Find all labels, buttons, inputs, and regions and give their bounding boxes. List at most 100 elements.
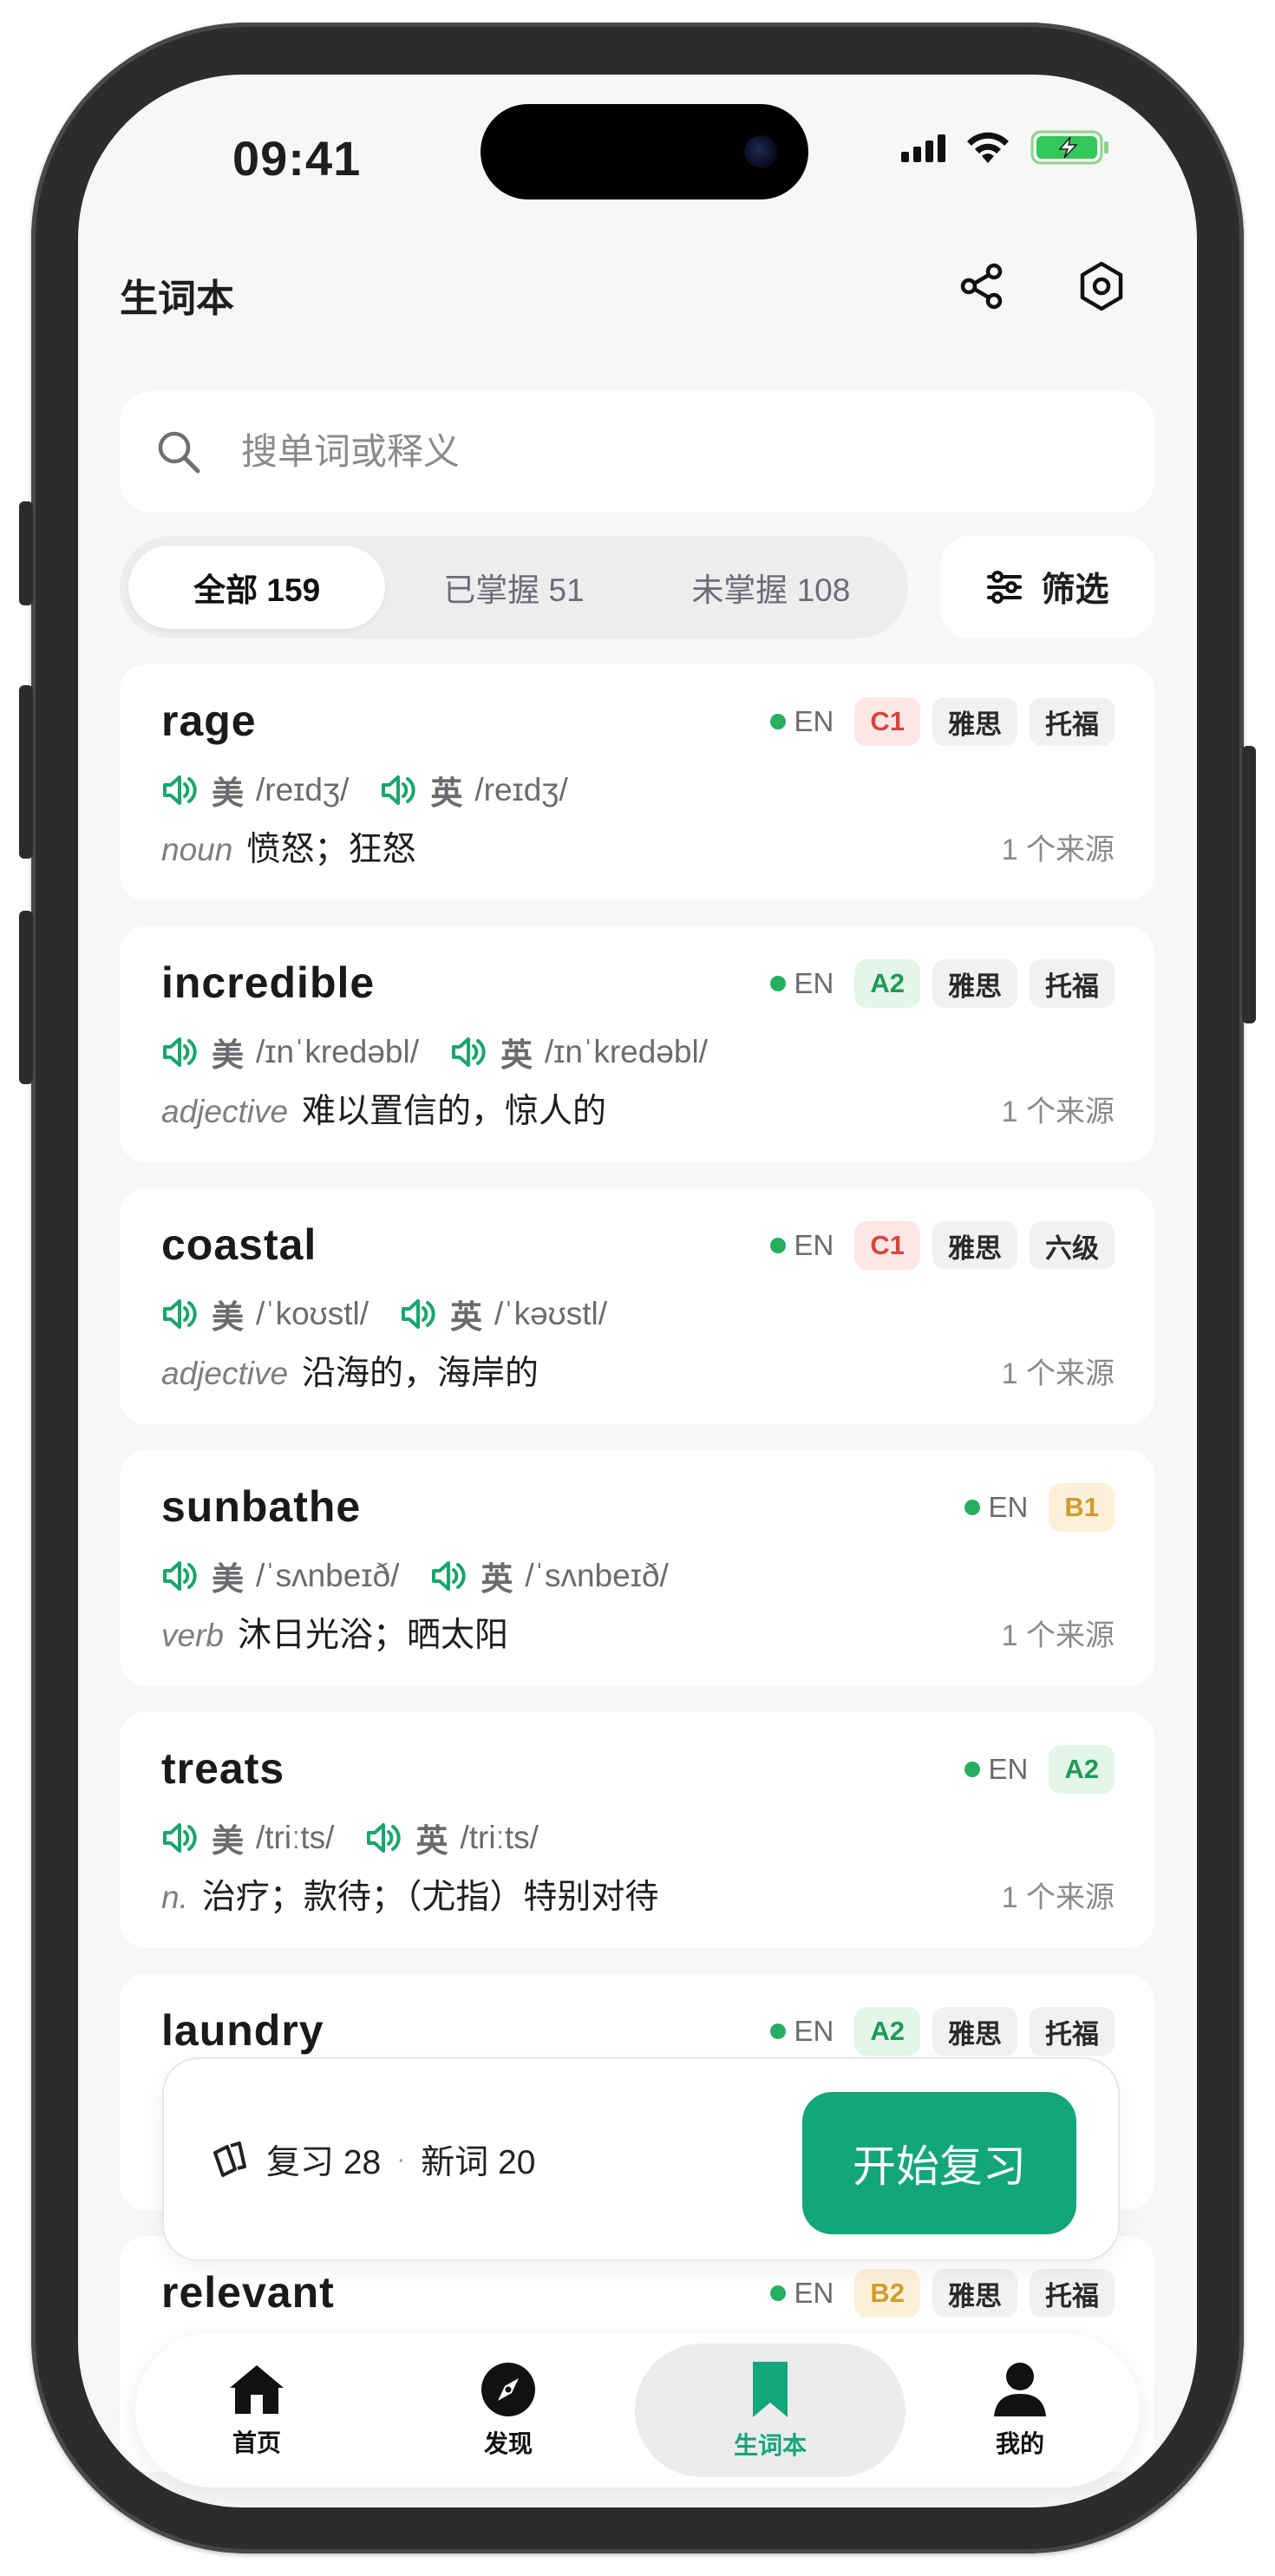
speaker-icon — [163, 1299, 197, 1329]
word-card[interactable]: treats EN A2 美/triːts/ 英/triːts/ n. 治疗；款待… — [120, 1712, 1154, 1948]
tab-profile-label: 我的 — [995, 2430, 1044, 2457]
part-of-speech: adjective — [161, 1356, 289, 1391]
us-pronunciation[interactable]: 美/triːts/ — [161, 1814, 334, 1861]
phone-action-button — [19, 501, 33, 605]
speaker-icon — [163, 1037, 197, 1067]
speaker-icon — [382, 775, 416, 805]
language-tag: EN — [964, 1491, 1029, 1524]
word-tags: EN A2 雅思 托福 — [769, 2007, 1115, 2056]
uk-pronunciation[interactable]: 英/triːts/ — [365, 1814, 539, 1861]
phone-power-button — [1242, 746, 1256, 1023]
us-phonetic: /ˈsʌnbeɪð/ — [256, 1558, 400, 1593]
tab-discover-label: 发现 — [483, 2430, 533, 2457]
uk-label: 英 — [430, 775, 463, 811]
bottom-tab-bar: 首页 发现 生词本 我的 — [135, 2333, 1140, 2488]
compass-icon — [481, 2363, 535, 2416]
review-stats: 复习 28 · 新词 20 — [207, 2135, 535, 2184]
uk-label: 英 — [415, 1823, 448, 1859]
part-of-speech: adjective — [161, 1094, 289, 1129]
definition: 难以置信的，惊人的 — [302, 1093, 607, 1130]
word-text: sunbathe — [161, 1482, 362, 1531]
uk-pronunciation[interactable]: 英/ˈsʌnbeɪð/ — [430, 1553, 669, 1599]
sliders-icon — [987, 571, 1023, 604]
us-phonetic: /ɪnˈkredəbl/ — [256, 1034, 419, 1069]
word-tags: EN C1 雅思 六级 — [769, 1221, 1115, 1270]
word-card[interactable]: rage EN C1 雅思 托福 美/reɪdʒ/ 英/reɪdʒ/ noun 愤… — [120, 664, 1154, 900]
language-label: EN — [794, 1229, 834, 1261]
exam-tag: 雅思 — [932, 2007, 1017, 2056]
us-phonetic: /reɪdʒ/ — [256, 772, 350, 807]
speaker-icon — [163, 775, 197, 805]
us-pronunciation[interactable]: 美/ɪnˈkredəbl/ — [161, 1029, 419, 1076]
filter-label: 筛选 — [1041, 572, 1109, 609]
definition: 沐日光浴；晒太阳 — [237, 1617, 508, 1654]
tab-discover[interactable]: 发现 — [387, 2344, 630, 2477]
us-label: 美 — [212, 1823, 244, 1859]
phone-volume-down-button — [19, 911, 33, 1084]
exam-tag: 雅思 — [932, 959, 1017, 1008]
review-bar: 复习 28 · 新词 20 开始复习 — [162, 2057, 1120, 2261]
exam-tag: 托福 — [1030, 959, 1115, 1008]
share-icon[interactable] — [947, 252, 1017, 321]
language-label: EN — [988, 1491, 1029, 1523]
source-count: 1 个来源 — [1001, 834, 1115, 866]
segment-mastered[interactable]: 已掌握 51 — [385, 546, 642, 629]
word-tags: EN B2 雅思 托福 — [769, 2269, 1115, 2318]
language-tag: EN — [964, 1753, 1028, 1786]
search-input[interactable] — [241, 431, 1022, 473]
us-pronunciation[interactable]: 美/ˈkoʊstl/ — [161, 1291, 369, 1337]
word-card[interactable]: sunbathe EN B1 美/ˈsʌnbeɪð/ 英/ˈsʌnbeɪð/ v… — [120, 1450, 1154, 1686]
language-tag: EN — [769, 967, 834, 1000]
cefr-level-tag: B1 — [1049, 1483, 1115, 1532]
separator-dot: · — [396, 2144, 406, 2174]
source-count: 1 个来源 — [1001, 1881, 1115, 1914]
word-card[interactable]: incredible EN A2 雅思 托福 美/ɪnˈkredəbl/ 英/ɪ… — [120, 926, 1154, 1162]
cefr-level-tag: C1 — [854, 1221, 920, 1270]
word-text: incredible — [161, 958, 376, 1007]
us-pronunciation[interactable]: 美/ˈsʌnbeɪð/ — [161, 1553, 399, 1599]
us-phonetic: /ˈkoʊstl/ — [256, 1296, 369, 1331]
start-review-button[interactable]: 开始复习 — [802, 2092, 1076, 2234]
us-pronunciation[interactable]: 美/reɪdʒ/ — [161, 767, 349, 814]
uk-phonetic: /reɪdʒ/ — [474, 772, 568, 807]
language-dot-icon — [769, 976, 786, 991]
word-text: treats — [161, 1744, 285, 1793]
source-count: 1 个来源 — [1001, 1095, 1115, 1128]
front-camera — [744, 135, 777, 168]
definition-row: adjective 难以置信的，惊人的 — [161, 1084, 606, 1133]
word-text: rage — [161, 696, 257, 745]
tab-profile[interactable]: 我的 — [899, 2344, 1141, 2477]
definition: 愤怒；狂怒 — [246, 831, 416, 868]
word-card[interactable]: coastal EN C1 雅思 六级 美/ˈkoʊstl/ 英/ˈkəʊstl… — [120, 1188, 1154, 1424]
word-tags: EN A2 — [964, 1745, 1115, 1794]
pronunciation-row: 美/ɪnˈkredəbl/ 英/ɪnˈkredəbl/ — [161, 1029, 739, 1076]
speaker-icon — [432, 1561, 467, 1591]
language-tag: EN — [769, 2015, 834, 2048]
status-icons — [901, 128, 1110, 167]
settings-hex-icon[interactable] — [1067, 252, 1136, 321]
dynamic-island — [481, 104, 808, 199]
uk-pronunciation[interactable]: 英/reɪdʒ/ — [380, 767, 568, 814]
us-label: 美 — [212, 1037, 244, 1073]
exam-tag: 托福 — [1030, 2007, 1115, 2056]
segment-unmastered[interactable]: 未掌握 108 — [643, 546, 899, 629]
language-dot-icon — [769, 2024, 786, 2039]
status-time: 09:41 — [232, 131, 362, 186]
segment-all[interactable]: 全部 159 — [128, 546, 386, 629]
word-text: laundry — [161, 2006, 324, 2055]
uk-pronunciation[interactable]: 英/ɪnˈkredəbl/ — [450, 1029, 708, 1076]
flashcards-icon — [213, 2141, 246, 2177]
search-box[interactable] — [120, 391, 1154, 513]
language-tag: EN — [769, 2277, 834, 2310]
status-segmented-control: 全部 159 已掌握 51 未掌握 108 — [120, 536, 908, 638]
filter-button[interactable]: 筛选 — [940, 536, 1154, 638]
tab-home[interactable]: 首页 — [135, 2344, 378, 2477]
uk-phonetic: /ˈsʌnbeɪð/ — [525, 1558, 669, 1593]
tab-wordbook[interactable]: 生词本 — [635, 2344, 906, 2477]
uk-phonetic: /ˈkəʊstl/ — [494, 1296, 607, 1331]
cefr-level-tag: C1 — [854, 697, 920, 746]
pronunciation-row: 美/ˈkoʊstl/ 英/ˈkəʊstl/ — [161, 1291, 638, 1337]
review-count: 复习 28 — [266, 2143, 382, 2181]
uk-pronunciation[interactable]: 英/ˈkəʊstl/ — [400, 1291, 607, 1337]
us-label: 美 — [212, 1561, 244, 1597]
